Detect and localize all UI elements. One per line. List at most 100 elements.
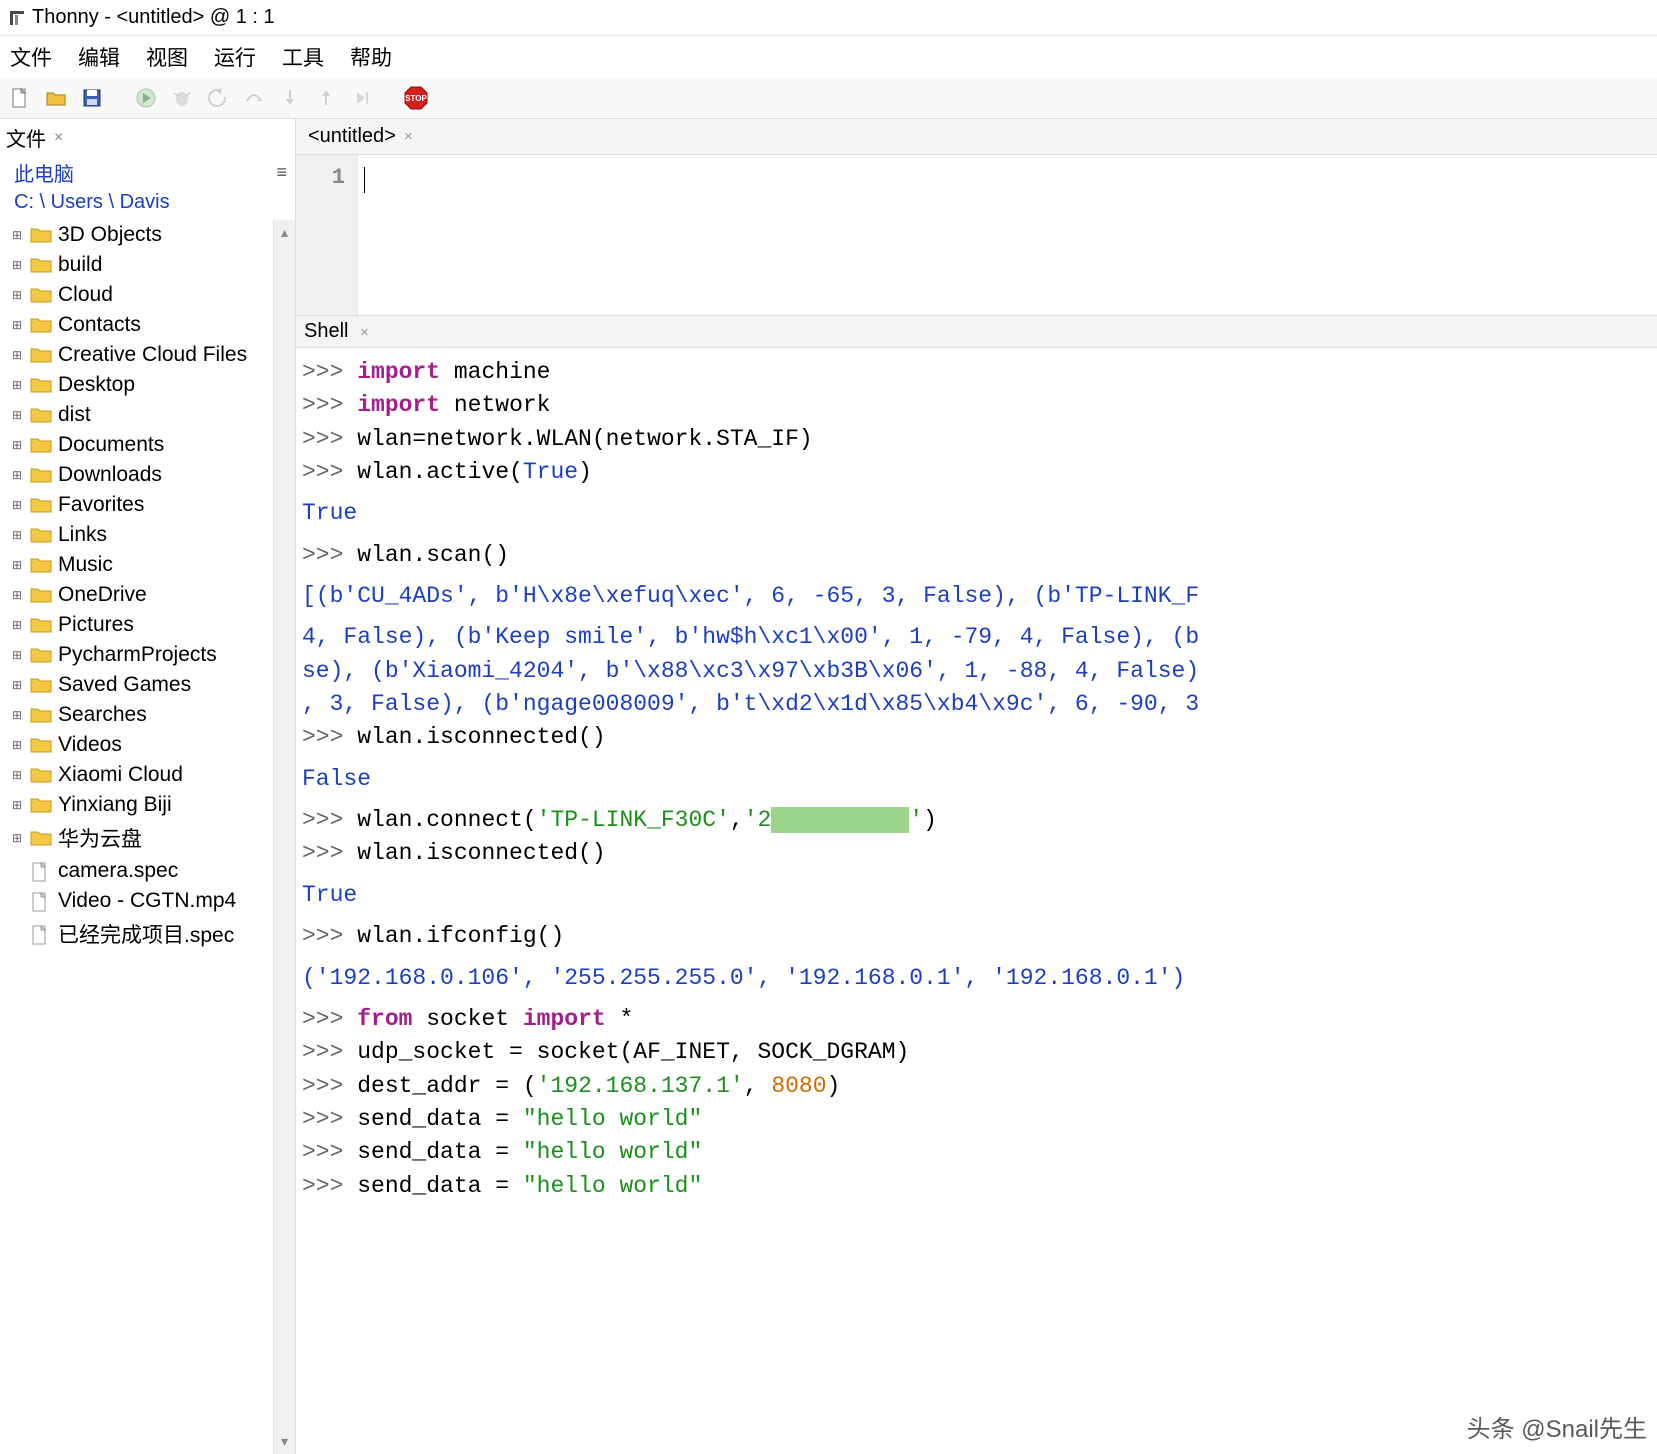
code-editor[interactable] <box>358 155 1657 315</box>
menu-file[interactable]: 文件 <box>6 40 56 74</box>
expander-icon[interactable]: ⊞ <box>12 558 24 572</box>
expander-icon[interactable]: ⊞ <box>12 588 24 602</box>
close-icon[interactable]: × <box>404 128 413 145</box>
shell-line: >>> wlan.isconnected() <box>300 837 1653 870</box>
step-into-icon[interactable] <box>276 84 304 112</box>
resume-icon[interactable] <box>348 84 376 112</box>
expander-icon[interactable]: ⊞ <box>12 348 24 362</box>
editor-body[interactable]: 1 <box>296 155 1657 315</box>
tree-file[interactable]: Video - CGTN.mp4 <box>4 886 269 916</box>
tree-folder[interactable]: ⊞Xiaomi Cloud <box>4 760 269 790</box>
expander-icon[interactable]: ⊞ <box>12 768 24 782</box>
expander-icon[interactable]: ⊞ <box>12 258 24 272</box>
expander-icon[interactable]: ⊞ <box>12 288 24 302</box>
tree-folder[interactable]: ⊞Saved Games <box>4 670 269 700</box>
expander-icon[interactable]: ⊞ <box>12 468 24 482</box>
tree-file[interactable]: camera.spec <box>4 856 269 886</box>
shell-line: , 3, False), (b'ngage008009', b't\xd2\x1… <box>300 688 1653 721</box>
step-back-icon[interactable] <box>204 84 232 112</box>
current-path[interactable]: C: \ Users \ Davis <box>0 191 295 220</box>
shell-tab-label[interactable]: Shell <box>304 320 348 342</box>
expander-icon[interactable]: ⊞ <box>12 498 24 512</box>
open-file-icon[interactable] <box>42 84 70 112</box>
expander-icon[interactable]: ⊞ <box>12 378 24 392</box>
tree-folder[interactable]: ⊞ PycharmProjects <box>4 640 269 670</box>
folder-icon <box>30 496 52 514</box>
step-out-icon[interactable] <box>312 84 340 112</box>
tree-folder[interactable]: ⊞OneDrive <box>4 580 269 610</box>
menu-edit[interactable]: 编辑 <box>74 40 124 74</box>
location-label[interactable]: 此电脑 <box>14 158 74 187</box>
tree-folder[interactable]: ⊞ Documents <box>4 430 269 460</box>
tree-item-label: camera.spec <box>58 859 178 883</box>
shell-line: >>> wlan.ifconfig() <box>300 920 1653 953</box>
step-over-icon[interactable] <box>240 84 268 112</box>
line-number: 1 <box>296 165 345 190</box>
run-icon[interactable] <box>132 84 160 112</box>
new-file-icon[interactable] <box>6 84 34 112</box>
shell-line: se), (b'Xiaomi_4204', b'\x88\xc3\x97\xb3… <box>300 655 1653 688</box>
menu-help[interactable]: 帮助 <box>346 40 396 74</box>
shell-line: >>> import machine <box>300 356 1653 389</box>
menu-view[interactable]: 视图 <box>142 40 192 74</box>
editor-tab-untitled[interactable]: <untitled> × <box>304 123 417 150</box>
folder-icon <box>30 829 52 847</box>
tree-folder[interactable]: ⊞Favorites <box>4 490 269 520</box>
scrollbar-vertical[interactable]: ▴ ▾ <box>273 220 295 1454</box>
tree-folder[interactable]: ⊞Videos <box>4 730 269 760</box>
tree-item-label: Downloads <box>58 463 162 487</box>
tree-file[interactable]: 已经完成项目.spec <box>4 916 269 952</box>
expander-icon[interactable]: ⊞ <box>12 528 24 542</box>
tree-folder[interactable]: ⊞ build <box>4 250 269 280</box>
tree-folder[interactable]: ⊞ Downloads <box>4 460 269 490</box>
text-caret <box>364 167 365 193</box>
menu-run[interactable]: 运行 <box>210 40 260 74</box>
expander-icon[interactable]: ⊞ <box>12 708 24 722</box>
folder-icon <box>30 466 52 484</box>
expander-icon[interactable]: ⊞ <box>12 318 24 332</box>
tree-item-label: Documents <box>58 433 164 457</box>
expander-icon[interactable]: ⊞ <box>12 648 24 662</box>
scroll-down-icon[interactable]: ▾ <box>274 1429 295 1454</box>
tree-folder[interactable]: ⊞Music <box>4 550 269 580</box>
stop-icon[interactable]: STOP <box>402 84 430 112</box>
tree-item-label: Yinxiang Biji <box>58 793 172 817</box>
tab-label: <untitled> <box>308 125 396 148</box>
tree-folder[interactable]: ⊞Creative Cloud Files <box>4 340 269 370</box>
debug-icon[interactable] <box>168 84 196 112</box>
expander-icon[interactable]: ⊞ <box>12 678 24 692</box>
tree-folder[interactable]: ⊞华为云盘 <box>4 820 269 856</box>
file-tree[interactable]: ⊞3D Objects⊞build⊞Cloud⊞Contacts⊞Creativ… <box>0 220 273 1454</box>
expander-icon[interactable]: ⊞ <box>12 228 24 242</box>
tree-folder[interactable]: ⊞ Yinxiang Biji <box>4 790 269 820</box>
tree-folder[interactable]: ⊞Contacts <box>4 310 269 340</box>
tree-folder[interactable]: ⊞dist <box>4 400 269 430</box>
tree-folder[interactable]: ⊞Links <box>4 520 269 550</box>
expander-icon[interactable]: ⊞ <box>12 831 24 845</box>
folder-icon <box>30 406 52 424</box>
tree-folder[interactable]: ⊞3D Objects <box>4 220 269 250</box>
shell-line: >>> import network <box>300 389 1653 422</box>
files-tab-label[interactable]: 文件 <box>6 123 46 152</box>
expander-icon[interactable]: ⊞ <box>12 798 24 812</box>
tree-folder[interactable]: ⊞Pictures <box>4 610 269 640</box>
close-icon[interactable]: × <box>360 324 369 341</box>
file-icon <box>30 892 52 910</box>
tree-folder[interactable]: ⊞Desktop <box>4 370 269 400</box>
expander-icon[interactable]: ⊞ <box>12 738 24 752</box>
tree-item-label: build <box>58 253 102 277</box>
tree-folder[interactable]: ⊞Searches <box>4 700 269 730</box>
expander-icon[interactable]: ⊞ <box>12 438 24 452</box>
tree-folder[interactable]: ⊞Cloud <box>4 280 269 310</box>
close-icon[interactable]: × <box>54 129 63 147</box>
menu-icon[interactable]: ≡ <box>276 162 287 183</box>
scroll-up-icon[interactable]: ▴ <box>274 220 295 245</box>
folder-icon <box>30 646 52 664</box>
menu-tools[interactable]: 工具 <box>278 40 328 74</box>
save-file-icon[interactable] <box>78 84 106 112</box>
tree-item-label: PycharmProjects <box>58 643 217 667</box>
expander-icon[interactable]: ⊞ <box>12 408 24 422</box>
expander-icon[interactable]: ⊞ <box>12 618 24 632</box>
thonny-app-icon <box>8 9 26 27</box>
shell-output[interactable]: >>> import machine>>> import network >>> … <box>296 348 1657 1454</box>
